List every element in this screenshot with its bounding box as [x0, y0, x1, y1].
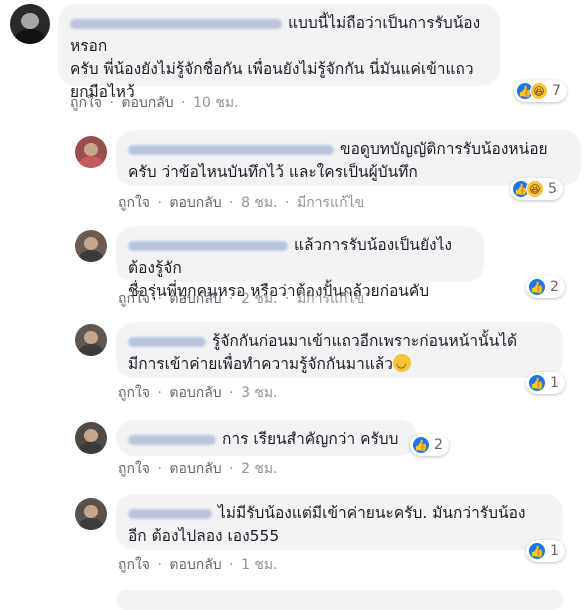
comment-bubble: การ เรียนสำคัญกว่า ครับบ — [116, 420, 418, 456]
edited-label[interactable]: มีการแก้ไข — [297, 195, 364, 211]
like-icon: 👍 — [528, 542, 546, 560]
timestamp[interactable]: 1 ชม. — [241, 557, 278, 573]
haha-icon: 😆 — [526, 180, 544, 198]
comment-text-line: ครับ ว่าข้อไหนบันทึกไว้ และใครเป็นผู้บัน… — [128, 163, 418, 181]
haha-icon: 😆 — [530, 82, 548, 100]
separator: · — [157, 461, 162, 477]
like-icon: 👍 — [528, 278, 546, 296]
separator: · — [229, 461, 234, 477]
like-link[interactable]: ถูกใจ — [118, 461, 150, 477]
reply-link[interactable]: ตอบกลับ — [121, 95, 173, 111]
avatar-face — [83, 143, 99, 156]
separator: · — [285, 291, 290, 307]
separator: · — [285, 195, 290, 211]
comment-text-line: การ เรียนสำคัญกว่า ครับบ — [222, 430, 399, 448]
like-link[interactable]: ถูกใจ — [118, 557, 150, 573]
comment-text-line: อีก ต้องไปลอง เอง555 — [128, 527, 280, 545]
reply-link[interactable]: ตอบกลับ — [169, 291, 221, 307]
separator: · — [229, 195, 234, 211]
like-link[interactable]: ถูกใจ — [118, 385, 150, 401]
avatar-face — [83, 429, 99, 442]
avatar-body — [78, 441, 104, 454]
comment-text-line: ครับ พี่น้องยังไม่รู้จักชื่อกัน เพื่อนยั… — [70, 60, 474, 78]
separator: · — [181, 95, 186, 111]
comment-text-line: รู้จักกันก่อนมาเข้าแถวอีกเพราะก่อนหน้านั… — [212, 332, 518, 350]
comment-text-line: มีการเข้าค่ายเพื่อทำความรู้จักกันมาแล้ว — [128, 355, 394, 373]
avatar-body — [78, 249, 104, 262]
author-name-redacted[interactable] — [128, 336, 206, 347]
avatar-body — [78, 155, 104, 168]
author-name-redacted[interactable] — [70, 18, 282, 29]
like-link[interactable]: ถูกใจ — [118, 195, 150, 211]
reaction-count: 7 — [552, 83, 561, 99]
next-comment-bubble-partial — [116, 590, 563, 610]
avatar[interactable] — [10, 4, 50, 44]
timestamp[interactable]: 8 ชม. — [241, 195, 278, 211]
avatar[interactable] — [75, 230, 107, 262]
avatar[interactable] — [75, 324, 107, 356]
timestamp[interactable]: 3 ชม. — [241, 385, 278, 401]
author-name-redacted[interactable] — [128, 434, 216, 445]
comment-actions: ถูกใจ · ตอบกลับ · 2 ชม. — [118, 458, 278, 480]
avatar-face — [83, 237, 99, 250]
author-name-redacted[interactable] — [128, 144, 334, 155]
avatar-body — [78, 343, 104, 356]
reply-link[interactable]: ตอบกลับ — [169, 461, 221, 477]
reply-link[interactable]: ตอบกลับ — [169, 195, 221, 211]
reaction-summary[interactable]: 👍 2 — [410, 434, 449, 456]
avatar-face — [83, 331, 99, 344]
comment-actions: ถูกใจ · ตอบกลับ · 10 ชม. — [70, 92, 239, 114]
separator: · — [109, 95, 114, 111]
smiling-face-emoji — [393, 352, 412, 375]
author-name-redacted[interactable] — [128, 508, 212, 519]
separator: · — [229, 291, 234, 307]
comment-bubble: ไม่มีรับน้องแต่มีเข้าค่ายนะครับ. มันกว่า… — [116, 494, 563, 550]
reaction-summary[interactable]: 👍 2 — [526, 276, 565, 298]
like-link[interactable]: ถูกใจ — [70, 95, 102, 111]
separator: · — [157, 195, 162, 211]
comment-text-line: ขอดูบทบัญญัติการรับน้องหน่อย — [340, 140, 548, 158]
edited-label[interactable]: มีการแก้ไข — [297, 291, 364, 307]
separator: · — [157, 557, 162, 573]
reply-link[interactable]: ตอบกลับ — [169, 557, 221, 573]
reply-link[interactable]: ตอบกลับ — [169, 385, 221, 401]
avatar-face — [21, 12, 39, 29]
avatar[interactable] — [75, 422, 107, 454]
comment-actions: ถูกใจ · ตอบกลับ · 2 ชม. · มีการแก้ไข — [118, 288, 364, 310]
reaction-count: 2 — [550, 279, 559, 295]
like-icon: 👍 — [528, 374, 546, 392]
like-icon: 👍 — [412, 436, 430, 454]
timestamp[interactable]: 10 ชม. — [193, 95, 238, 111]
avatar-body — [14, 28, 46, 44]
comment-bubble: แบบนี้ไม่ถือว่าเป็นการรับน้องหรอก ครับ พ… — [58, 4, 500, 101]
avatar[interactable] — [75, 136, 107, 168]
reaction-summary[interactable]: 👍 😆 5 — [510, 178, 563, 200]
comment-bubble: ขอดูบทบัญญัติการรับน้องหน่อย ครับ ว่าข้อ… — [116, 130, 581, 186]
comment-actions: ถูกใจ · ตอบกลับ · 3 ชม. — [118, 382, 278, 404]
timestamp[interactable]: 2 ชม. — [241, 291, 278, 307]
reaction-count: 1 — [550, 375, 559, 391]
separator: · — [229, 557, 234, 573]
separator: · — [229, 385, 234, 401]
timestamp[interactable]: 2 ชม. — [241, 461, 278, 477]
author-name-redacted[interactable] — [128, 240, 288, 251]
avatar-face — [83, 505, 99, 518]
reaction-count: 1 — [550, 543, 559, 559]
avatar[interactable] — [75, 498, 107, 530]
avatar-body — [78, 517, 104, 530]
comment-actions: ถูกใจ · ตอบกลับ · 8 ชม. · มีการแก้ไข — [118, 192, 364, 214]
separator: · — [157, 291, 162, 307]
like-link[interactable]: ถูกใจ — [118, 291, 150, 307]
reaction-summary[interactable]: 👍 😆 7 — [514, 80, 567, 102]
reaction-count: 5 — [548, 181, 557, 197]
separator: · — [157, 385, 162, 401]
comment-bubble: แล้วการรับน้องเป็นยังไง ต้องรู้จัก ชื่อร… — [116, 226, 484, 300]
comment-text-line: ไม่มีรับน้องแต่มีเข้าค่ายนะครับ. มันกว่า… — [218, 504, 526, 522]
comment-actions: ถูกใจ · ตอบกลับ · 1 ชม. — [118, 554, 278, 576]
reaction-summary[interactable]: 👍 1 — [526, 372, 565, 394]
comment-bubble: รู้จักกันก่อนมาเข้าแถวอีกเพราะก่อนหน้านั… — [116, 322, 563, 378]
reaction-count: 2 — [434, 437, 443, 453]
reaction-summary[interactable]: 👍 1 — [526, 540, 565, 562]
